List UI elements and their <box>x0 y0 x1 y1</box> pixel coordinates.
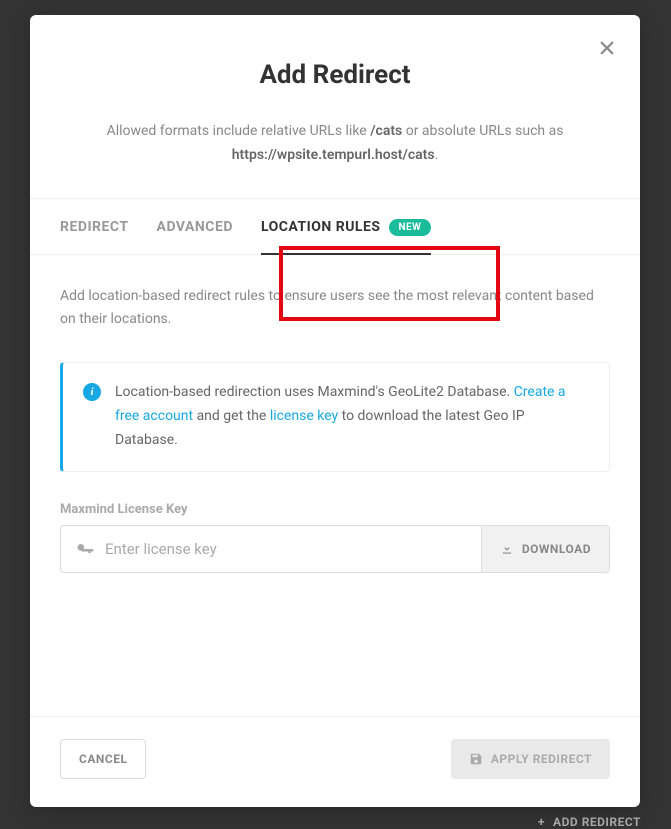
info-notice: i Location-based redirection uses Maxmin… <box>60 362 610 471</box>
download-icon <box>500 542 514 556</box>
modal-footer: CANCEL APPLY REDIRECT <box>30 716 640 807</box>
download-button[interactable]: DOWNLOAD <box>481 526 609 572</box>
tab-redirect[interactable]: REDIRECT <box>60 199 129 254</box>
tab-location-rules[interactable]: LOCATION RULES NEW <box>261 199 432 254</box>
tab-description: Add location-based redirect rules to ens… <box>60 285 610 333</box>
background-add-redirect-button: + ADD REDIRECT <box>538 815 641 829</box>
new-badge: NEW <box>389 219 432 236</box>
tabs: REDIRECT ADVANCED LOCATION RULES NEW <box>30 198 640 255</box>
apply-redirect-button[interactable]: APPLY REDIRECT <box>451 739 610 779</box>
license-key-row: DOWNLOAD <box>60 525 610 573</box>
modal-subtitle: Allowed formats include relative URLs li… <box>75 120 595 168</box>
info-text: Location-based redirection uses Maxmind'… <box>115 381 589 452</box>
modal-body: Add location-based redirect rules to ens… <box>30 255 640 716</box>
license-input-wrap <box>61 526 481 572</box>
modal-title: Add Redirect <box>75 60 595 90</box>
license-key-link[interactable]: license key <box>270 408 338 424</box>
license-key-input[interactable] <box>105 526 467 572</box>
modal-header: Add Redirect Allowed formats include rel… <box>30 15 640 198</box>
close-icon[interactable] <box>594 35 620 61</box>
add-redirect-modal: Add Redirect Allowed formats include rel… <box>30 15 640 807</box>
info-icon: i <box>83 383 101 401</box>
cancel-button[interactable]: CANCEL <box>60 739 146 779</box>
key-icon <box>75 539 95 559</box>
plus-icon: + <box>538 815 545 829</box>
save-icon <box>469 752 483 766</box>
license-key-label: Maxmind License Key <box>60 502 610 517</box>
tab-advanced[interactable]: ADVANCED <box>157 199 233 254</box>
